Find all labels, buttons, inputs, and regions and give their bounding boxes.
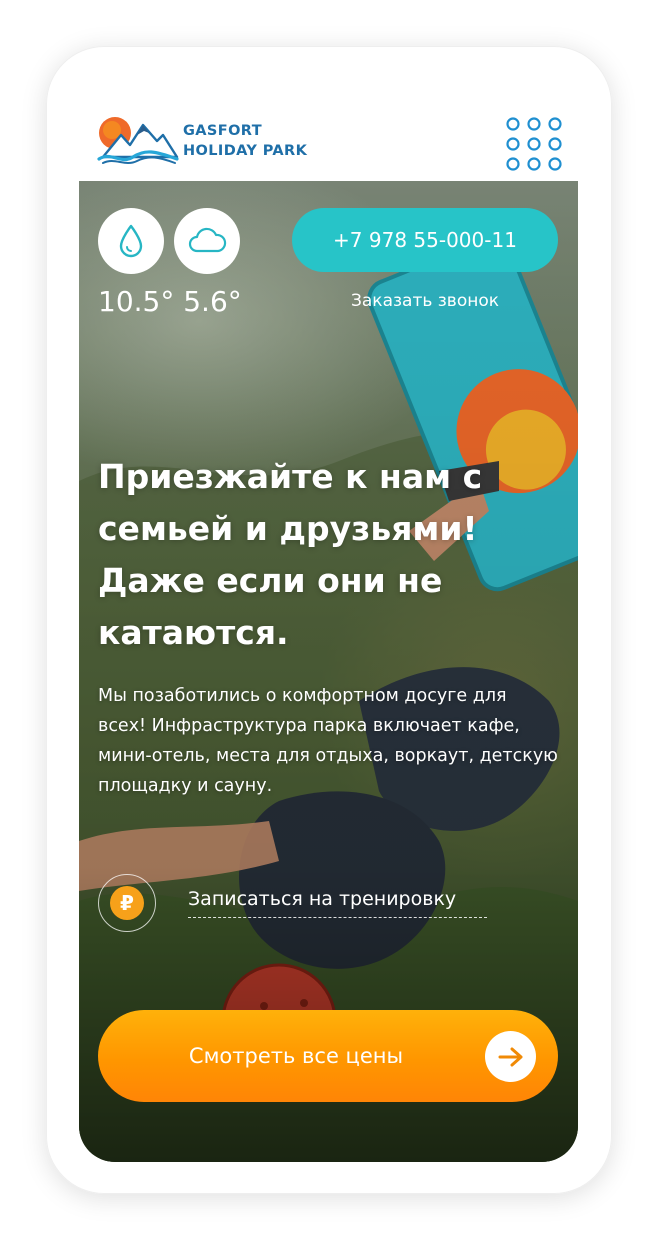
humidity-button[interactable]: [98, 208, 164, 274]
cloud-button[interactable]: [174, 208, 240, 274]
temperature-readout: 10.5° 5.6°: [98, 285, 242, 318]
signup-training-link[interactable]: Записаться на тренировку: [188, 885, 487, 918]
ruble-icon: ₽: [110, 886, 144, 920]
mountain-sun-logo-icon[interactable]: [97, 113, 179, 165]
brand-line-1: GASFORT: [183, 123, 263, 139]
callback-link[interactable]: Заказать звонок: [292, 291, 558, 311]
arrow-right-icon: [498, 1047, 522, 1066]
hero-section: 10.5° 5.6° +7 978 55-000-11 Заказать зво…: [79, 181, 578, 1162]
phone-button[interactable]: +7 978 55-000-11: [292, 208, 558, 272]
grid-dots-menu-icon[interactable]: [505, 116, 563, 172]
droplet-icon: [119, 224, 143, 258]
cloud-icon: [188, 227, 227, 253]
hero-headline: Приезжайте к нам с семьей и друзьями! Да…: [98, 457, 483, 652]
hero-description: Мы позаботились о комфортном досуге для …: [98, 686, 558, 796]
view-all-prices-button[interactable]: Смотреть все цены: [98, 1010, 558, 1102]
ruble-button[interactable]: ₽: [98, 874, 156, 932]
phone-screen: GASFORT HOLIDAY PARK 10.5° 5.6° +7 978 5…: [79, 80, 578, 1162]
view-all-prices-label: Смотреть все цены: [188, 1044, 404, 1068]
brand-line-2: HOLIDAY PARK: [183, 143, 308, 159]
top-bar: GASFORT HOLIDAY PARK: [79, 80, 578, 181]
brand-name[interactable]: GASFORT HOLIDAY PARK: [183, 121, 307, 161]
arrow-button-circle: [485, 1031, 536, 1082]
